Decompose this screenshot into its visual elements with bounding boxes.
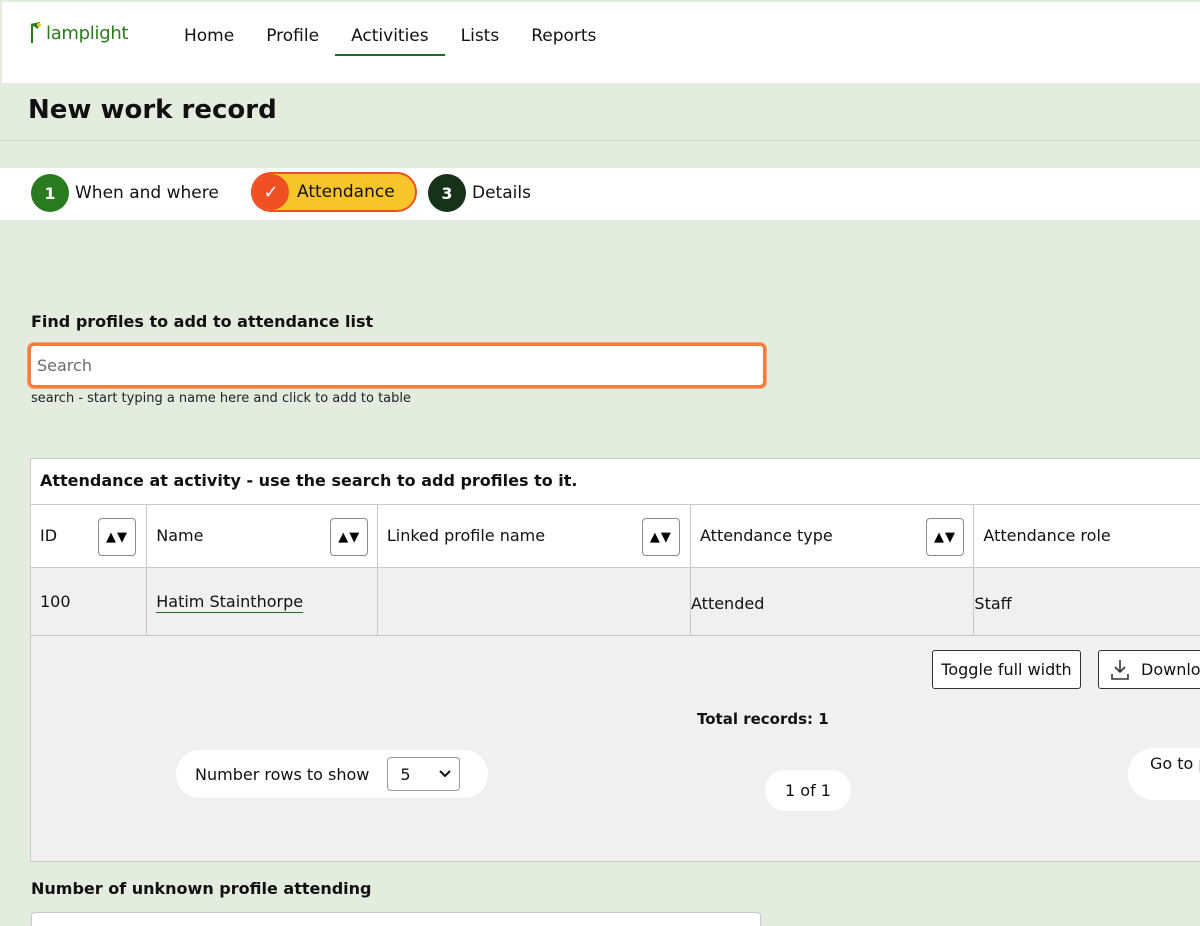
column-header-label: ID: [40, 526, 58, 546]
page-indicator: 1 of 1: [765, 770, 851, 811]
column-header-label: Attendance type: [700, 526, 833, 546]
page-title: New work record: [28, 95, 277, 125]
go-to-page-button[interactable]: Go to page: [1128, 748, 1200, 800]
nav-reports[interactable]: Reports: [515, 22, 612, 56]
nav-lists[interactable]: Lists: [445, 22, 516, 56]
column-header-label: Linked profile name: [386, 526, 546, 546]
top-navigation-bar: lamplight Home Profile Activities Lists …: [0, 0, 1200, 83]
step-number-badge: 1: [31, 174, 69, 212]
cell-id: 100: [31, 567, 148, 636]
checkmark-icon: ✓: [253, 174, 289, 210]
chevron-down-icon: [439, 770, 452, 778]
column-header-linked-profile: Linked profile name ▲▼: [377, 505, 692, 568]
search-label: Find profiles to add to attendance list: [31, 312, 374, 331]
unknown-attendees-label: Number of unknown profile attending: [31, 879, 372, 898]
column-header-attendance-role: Attendance role: [973, 505, 1200, 568]
column-header-attendance-type: Attendance type ▲▼: [690, 505, 975, 568]
cell-name: Hatim Stainthorpe: [146, 567, 378, 636]
logo-text: lamplight: [46, 23, 129, 44]
step-attendance[interactable]: ✓ Attendance: [251, 172, 417, 212]
profile-name-link[interactable]: Hatim Stainthorpe: [156, 591, 304, 613]
download-icon: [1111, 659, 1129, 680]
column-header-name: Name ▲▼: [146, 505, 378, 568]
sort-button[interactable]: ▲▼: [641, 518, 680, 556]
sort-button[interactable]: ▲▼: [330, 518, 369, 556]
cell-linked-profile: [377, 567, 692, 636]
download-label: Download: [1141, 660, 1200, 679]
sort-button[interactable]: ▲▼: [926, 518, 964, 556]
search-help-text: search - start typing a name here and cl…: [31, 391, 412, 406]
rows-select-value: 5: [400, 764, 411, 784]
step-when-and-where[interactable]: 1 When and where: [31, 174, 219, 212]
column-header-id: ID ▲▼: [31, 505, 148, 568]
column-header-label: Name: [156, 526, 204, 546]
unknown-attendees-input[interactable]: [31, 912, 761, 926]
lamplight-logo[interactable]: lamplight: [28, 20, 128, 44]
nav-profile[interactable]: Profile: [250, 22, 335, 56]
page-header: New work record: [0, 83, 1200, 141]
step-label: Details: [472, 183, 531, 203]
lamp-icon: [28, 20, 46, 44]
step-label: When and where: [75, 183, 219, 203]
nav-home[interactable]: Home: [168, 22, 250, 56]
rows-to-show-control: Number rows to show 5: [176, 750, 488, 798]
search-input[interactable]: [31, 346, 763, 385]
search-field: [28, 343, 766, 388]
table-row: 100 Hatim Stainthorpe Attended Staff: [31, 567, 1200, 636]
rows-to-show-label: Number rows to show: [195, 764, 370, 784]
attendance-panel: Attendance at activity - use the search …: [30, 458, 1200, 862]
cell-attendance-type[interactable]: Attended: [690, 567, 975, 636]
attendance-caption-bar: Attendance at activity - use the search …: [31, 459, 1200, 505]
download-button[interactable]: Download: [1098, 650, 1200, 689]
toggle-full-width-button[interactable]: Toggle full width: [932, 650, 1081, 689]
rows-to-show-select[interactable]: 5: [387, 757, 461, 791]
main-nav: Home Profile Activities Lists Reports: [168, 22, 612, 56]
attendance-caption: Attendance at activity - use the search …: [40, 471, 578, 490]
wizard-steps: 1 When and where ✓ Attendance 3 Details: [0, 168, 1200, 220]
table-header-row: ID ▲▼ Name ▲▼ Linked profile name ▲▼ Att…: [31, 505, 1200, 568]
step-details[interactable]: 3 Details: [428, 174, 531, 212]
attendance-table: ID ▲▼ Name ▲▼ Linked profile name ▲▼ Att…: [31, 505, 1200, 636]
step-number-badge: 3: [428, 174, 466, 212]
total-records: Total records: 1: [697, 710, 829, 728]
sort-button[interactable]: ▲▼: [98, 518, 136, 556]
column-header-label: Attendance role: [983, 526, 1111, 546]
cell-attendance-role[interactable]: Staff: [973, 567, 1200, 636]
step-label: Attendance: [297, 182, 395, 202]
nav-activities[interactable]: Activities: [335, 22, 445, 56]
